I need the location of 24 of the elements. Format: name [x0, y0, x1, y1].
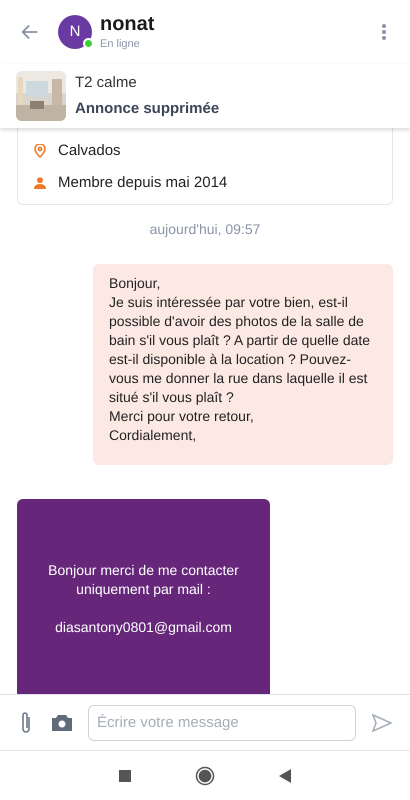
seller-location: Calvados	[58, 141, 121, 161]
home-button[interactable]	[195, 766, 215, 786]
camera-icon	[51, 714, 73, 732]
sent-message-bubble: Bonjour, Je suis intéressée par votre bien, est-il possible d'avoir des photos de la salle de bain s'il vous plaît ? A partir de quelle date est-il disponible à la location ? Pouvez-vous me donner la rue dans laquelle il est situé s'il vous plaît ? Merci pour votre retour, Cordialement,	[93, 264, 393, 465]
received-message-bubble: Bonjour merci de me contacter uniquement par mail : diasantony0801@gmail.com	[17, 499, 270, 694]
paperclip-icon	[20, 710, 32, 734]
home-circle-icon	[195, 766, 215, 786]
back-nav-button[interactable]	[279, 768, 291, 782]
avatar: N	[58, 15, 92, 49]
listing-bar[interactable]: T2 calme Annonce supprimée	[0, 64, 410, 128]
send-icon	[372, 714, 392, 732]
more-options-icon	[381, 23, 387, 41]
member-since: Membre depuis mai 2014	[58, 172, 228, 192]
date-separator: aujourd'hui, 09:57	[150, 220, 260, 239]
person-icon	[34, 176, 46, 189]
square-icon	[119, 770, 131, 782]
contact-name: nonat	[100, 12, 154, 36]
listing-title: T2 calme	[75, 72, 138, 92]
recent-apps-button[interactable]	[119, 770, 131, 782]
listing-status: Annonce supprimée	[75, 99, 220, 119]
triangle-back-icon	[279, 768, 291, 782]
contact-status: En ligne	[100, 36, 141, 52]
message-input-field[interactable]: Écrire votre message	[88, 704, 356, 740]
location-pin-icon	[34, 144, 46, 158]
